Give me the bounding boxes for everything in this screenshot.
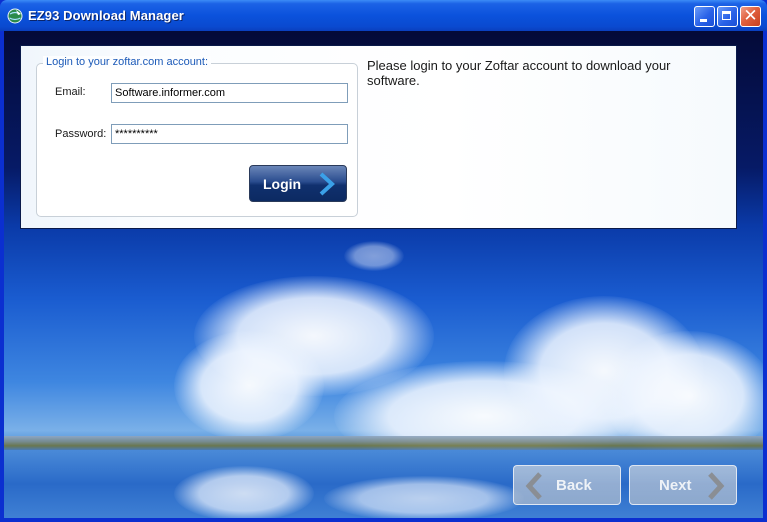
- login-group-title: Login to your zoftar.com account:: [43, 56, 212, 68]
- password-label: Password:: [55, 128, 107, 140]
- close-icon: ✕: [743, 6, 758, 26]
- email-label: Email:: [55, 86, 86, 98]
- email-field[interactable]: [111, 83, 348, 103]
- next-button-label: Next: [659, 477, 692, 494]
- cloud-reflection: [174, 466, 314, 518]
- chevron-right-icon: [319, 172, 335, 196]
- login-button[interactable]: Login: [249, 165, 347, 202]
- maximize-button[interactable]: [717, 6, 738, 27]
- login-group: Login to your zoftar.com account: Email:…: [36, 56, 358, 217]
- cloud: [344, 241, 404, 271]
- background-landscape: Login to your zoftar.com account: Email:…: [4, 31, 763, 518]
- next-button[interactable]: Next: [629, 465, 737, 505]
- chevron-right-icon: [708, 472, 725, 500]
- back-button[interactable]: Back: [513, 465, 621, 505]
- close-button[interactable]: ✕: [740, 6, 761, 27]
- info-message: Please login to your Zoftar account to d…: [367, 58, 671, 88]
- title-bar[interactable]: EZ93 Download Manager ✕: [0, 0, 767, 31]
- app-window: EZ93 Download Manager ✕ Login to your zo…: [0, 0, 767, 522]
- back-button-label: Back: [556, 477, 592, 494]
- horizon: [4, 436, 763, 450]
- minimize-button[interactable]: [694, 6, 715, 27]
- globe-download-icon: [7, 8, 23, 24]
- chevron-left-icon: [525, 472, 542, 500]
- login-panel: Login to your zoftar.com account: Email:…: [20, 45, 737, 229]
- password-field[interactable]: [111, 124, 348, 144]
- window-title: EZ93 Download Manager: [28, 8, 184, 23]
- cloud-reflection: [324, 476, 524, 518]
- login-button-label: Login: [263, 176, 302, 192]
- cloud: [174, 331, 324, 441]
